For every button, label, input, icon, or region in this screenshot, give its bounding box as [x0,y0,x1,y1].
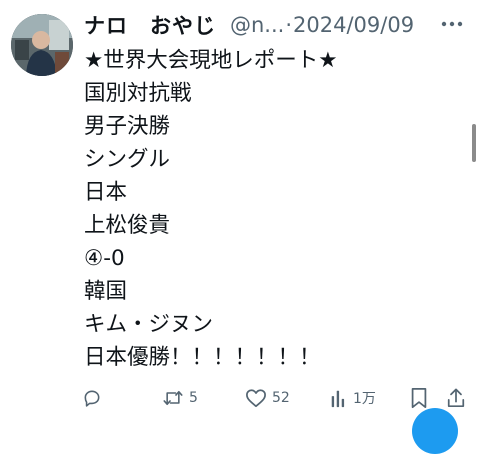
tweet-line: 国別対抗戦 [84,81,192,106]
tweet-header: ナロ おやじ @n... · 2024/09/09 [84,8,474,42]
tweet-line: 日本優勝！！！！！！！ [84,345,321,370]
like-icon [245,388,267,408]
reply-icon [82,388,102,408]
tweet-line: シングル [84,147,171,172]
tweet-line: 日本 [84,180,128,205]
tweet-line: ★世界大会現地レポート★ [84,48,338,73]
scrollbar-thumb[interactable] [472,124,476,162]
tweet-line: ④-0 [84,246,125,271]
like-button[interactable]: 52 [245,384,290,412]
avatar[interactable] [11,14,73,76]
retweet-icon [162,388,184,408]
tweet-date[interactable]: 2024/09/09 [293,13,414,37]
retweet-count: 5 [189,390,198,406]
author-display-name[interactable]: ナロ おやじ [84,10,216,40]
tweet-text: ★世界大会現地レポート★ 国別対抗戦 男子決勝 シングル 日本 上松俊貴 ④-0… [84,44,444,374]
tweet-line: キム・ジヌン [84,312,214,337]
more-icon[interactable] [440,12,464,36]
tweet-line: 男子決勝 [84,114,171,139]
views-count: 1万 [353,391,376,407]
compose-button[interactable] [412,408,458,454]
retweet-button[interactable]: 5 [162,384,198,412]
bookmark-icon [410,387,428,409]
tweet-line: 韓国 [84,279,128,304]
header-separator: · [285,13,293,37]
bookmark-button[interactable] [410,384,428,412]
author-handle[interactable]: @n... [230,13,284,37]
action-bar: 5 52 1万 [82,384,478,412]
reply-button[interactable] [82,384,102,412]
tweet-line: 上松俊貴 [84,213,171,238]
views-button[interactable]: 1万 [330,384,376,412]
views-icon [330,388,348,408]
share-icon [446,387,466,409]
like-count: 52 [272,390,290,406]
share-button[interactable] [446,384,466,412]
